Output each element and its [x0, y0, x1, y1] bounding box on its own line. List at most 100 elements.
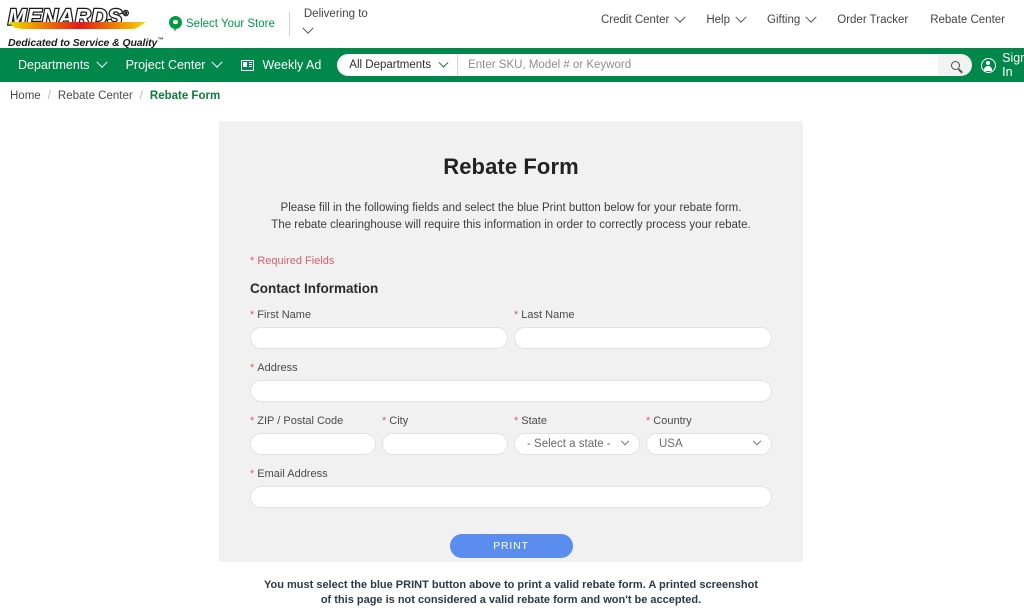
search-submit-button[interactable]: [938, 54, 972, 76]
field-label-first-name: *First Name: [250, 309, 508, 321]
required-marker: *: [646, 415, 650, 427]
chevron-down-icon: [806, 12, 817, 23]
util-nav-label: Order Tracker: [837, 14, 908, 26]
rebate-form-panel: Rebate Form Please fill in the following…: [219, 121, 803, 562]
field-label-country: *Country: [646, 415, 772, 427]
breadcrumb-item-home[interactable]: Home: [10, 90, 41, 102]
logo-swoosh-graphic: [8, 22, 146, 29]
first-name-input[interactable]: [250, 327, 508, 349]
weekly-ad-icon: [241, 60, 254, 71]
required-marker: *: [514, 309, 518, 321]
nav-right-group: Sign In: [972, 51, 1024, 79]
util-nav-item-credit-center[interactable]: Credit Center: [590, 14, 695, 26]
form-row-name: *First Name *Last Name: [250, 309, 772, 349]
zip-input[interactable]: [250, 433, 376, 455]
chevron-down-icon: [753, 437, 761, 445]
state-select[interactable]: - Select a state -: [514, 433, 640, 455]
form-row-location: *ZIP / Postal Code *City *State - Select…: [250, 415, 772, 455]
nav-item-label: Project Center: [126, 58, 206, 72]
breadcrumb-separator: /: [140, 90, 143, 102]
state-select-value: - Select a state -: [527, 438, 611, 450]
email-input[interactable]: [250, 486, 772, 508]
required-fields-note: * Required Fields: [250, 255, 772, 267]
search-bar: All Departments: [337, 54, 972, 76]
util-nav-label: Gifting: [767, 14, 800, 26]
chevron-down-icon: [735, 12, 746, 23]
page-title: Rebate Form: [250, 154, 772, 180]
field-last-name: *Last Name: [514, 309, 772, 349]
print-button[interactable]: PRINT: [450, 534, 573, 558]
field-label-state: *State: [514, 415, 640, 427]
util-nav-label: Rebate Center: [930, 14, 1005, 26]
nav-item-label: Weekly Ad: [262, 58, 321, 72]
field-country: *Country USA: [646, 415, 772, 455]
print-warning-text: You must select the blue PRINT button ab…: [250, 578, 772, 608]
account-avatar-icon: [981, 58, 996, 73]
last-name-input[interactable]: [514, 327, 772, 349]
field-first-name: *First Name: [250, 309, 508, 349]
logo-tm-mark: ™: [157, 38, 163, 44]
breadcrumb-separator: /: [48, 90, 51, 102]
util-nav-label: Help: [706, 14, 730, 26]
required-marker: *: [250, 415, 254, 427]
breadcrumb-item-rebate-center[interactable]: Rebate Center: [58, 90, 133, 102]
form-description: Please fill in the following fields and …: [250, 200, 772, 233]
nav-item-label: Departments: [18, 58, 90, 72]
country-select-value: USA: [659, 438, 683, 450]
select-your-store-label: Select Your Store: [186, 18, 275, 30]
required-marker: *: [382, 415, 386, 427]
search-department-value: All Departments: [349, 59, 431, 71]
util-nav-label: Credit Center: [601, 14, 669, 26]
location-pin-icon: [169, 16, 182, 33]
sign-in-button[interactable]: Sign In: [972, 51, 1024, 79]
chevron-down-icon: [439, 57, 449, 67]
util-nav-item-gifting[interactable]: Gifting: [756, 14, 826, 26]
search-icon: [951, 61, 960, 70]
main-nav-bar: Departments Project Center Weekly Ad All…: [0, 48, 1024, 82]
search-input[interactable]: [458, 54, 938, 76]
nav-item-weekly-ad[interactable]: Weekly Ad: [231, 58, 331, 72]
section-title-contact-information: Contact Information: [250, 281, 772, 296]
required-marker: *: [250, 309, 254, 321]
required-marker: *: [250, 362, 254, 374]
city-input[interactable]: [382, 433, 508, 455]
print-button-row: PRINT: [250, 534, 772, 558]
field-state: *State - Select a state -: [514, 415, 640, 455]
logo-registered-mark: ®: [123, 9, 129, 18]
top-utility-bar: MENARDS® Dedicated to Service & Quality™…: [0, 0, 1024, 48]
util-nav-item-rebate-center[interactable]: Rebate Center: [919, 14, 1016, 26]
nav-item-departments[interactable]: Departments: [8, 58, 116, 72]
delivering-to-selector[interactable]: Delivering to: [304, 7, 368, 35]
chevron-down-icon: [621, 437, 629, 445]
chevron-down-icon: [212, 57, 223, 68]
field-label-zip: *ZIP / Postal Code: [250, 415, 376, 427]
country-select[interactable]: USA: [646, 433, 772, 455]
sign-in-label: Sign In: [1002, 51, 1024, 79]
util-nav-item-order-tracker[interactable]: Order Tracker: [826, 14, 919, 26]
field-label-address: *Address: [250, 362, 772, 374]
util-nav-item-help[interactable]: Help: [695, 14, 756, 26]
form-row-address: *Address: [250, 362, 772, 402]
field-label-city: *City: [382, 415, 508, 427]
required-marker: *: [514, 415, 518, 427]
form-row-email: *Email Address: [250, 468, 772, 508]
chevron-down-icon: [302, 23, 313, 34]
breadcrumb-item-rebate-form: Rebate Form: [150, 90, 220, 102]
chevron-down-icon: [96, 57, 107, 68]
field-zip: *ZIP / Postal Code: [250, 415, 376, 455]
select-your-store-button[interactable]: Select Your Store: [169, 12, 290, 36]
utility-nav: Credit Center Help Gifting Order Tracker…: [590, 14, 1016, 26]
breadcrumb: Home / Rebate Center / Rebate Form: [0, 82, 1024, 110]
search-department-select[interactable]: All Departments: [337, 54, 457, 76]
nav-item-project-center[interactable]: Project Center: [116, 58, 232, 72]
field-city: *City: [382, 415, 508, 455]
field-label-last-name: *Last Name: [514, 309, 772, 321]
menards-logo[interactable]: MENARDS® Dedicated to Service & Quality™: [8, 3, 153, 49]
required-marker: *: [250, 468, 254, 480]
address-input[interactable]: [250, 380, 772, 402]
field-email: *Email Address: [250, 468, 772, 508]
delivering-to-label: Delivering to: [304, 8, 368, 20]
field-address: *Address: [250, 362, 772, 402]
chevron-down-icon: [675, 12, 686, 23]
field-label-email: *Email Address: [250, 468, 772, 480]
